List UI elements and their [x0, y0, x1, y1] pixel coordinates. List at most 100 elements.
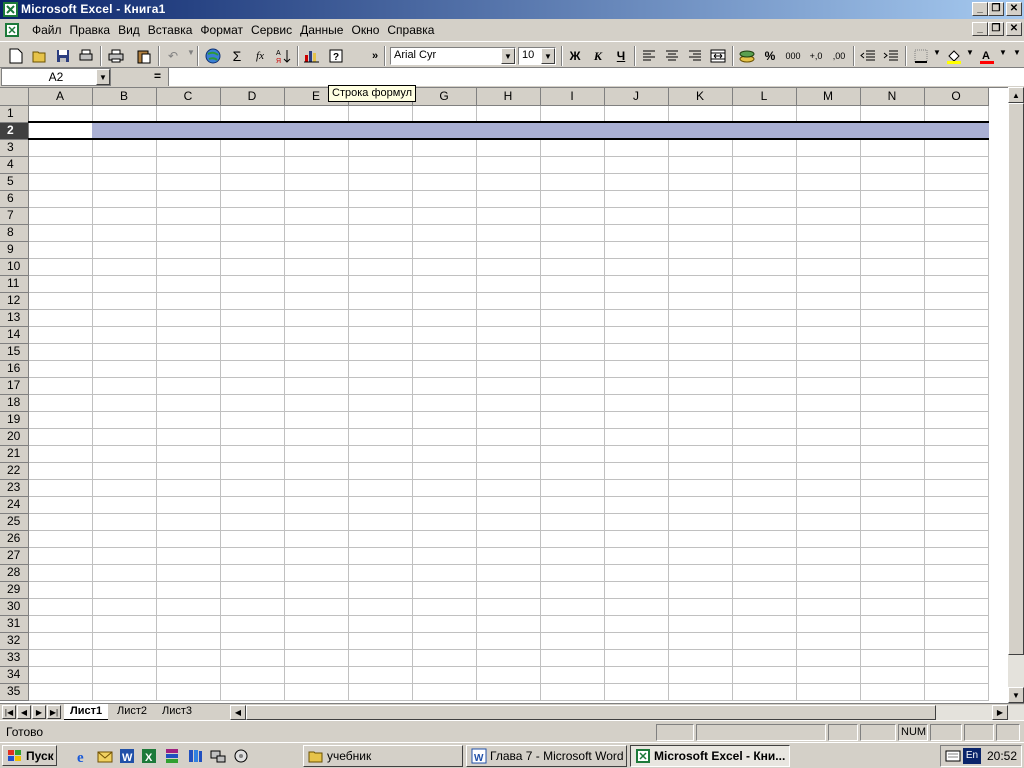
grid-cell[interactable]	[796, 428, 861, 446]
grid-cell[interactable]	[284, 428, 349, 446]
grid-cell[interactable]	[796, 377, 861, 395]
grid-cell[interactable]	[220, 394, 285, 412]
menu-view[interactable]: Вид	[114, 23, 144, 37]
grid-cell[interactable]	[604, 445, 669, 463]
grid-cell[interactable]	[540, 275, 605, 293]
grid-cell[interactable]	[668, 411, 733, 429]
grid-cell[interactable]	[156, 343, 221, 361]
grid-cell[interactable]	[28, 292, 93, 310]
row-header[interactable]: 20	[0, 428, 29, 446]
grid-cell[interactable]	[412, 207, 477, 225]
grid-cell[interactable]	[732, 360, 797, 378]
grid-cell[interactable]	[924, 683, 989, 701]
grid-cell[interactable]	[604, 513, 669, 531]
column-header[interactable]: A	[28, 88, 93, 106]
grid-cell[interactable]	[924, 258, 989, 276]
grid-cell[interactable]	[92, 275, 157, 293]
grid-cell[interactable]	[348, 377, 413, 395]
align-right-icon[interactable]	[685, 46, 705, 66]
grid-cell[interactable]	[220, 513, 285, 531]
grid-cell[interactable]	[348, 411, 413, 429]
grid-cell[interactable]	[28, 666, 93, 684]
grid-cell[interactable]	[732, 258, 797, 276]
grid-cell[interactable]	[860, 190, 925, 208]
grid-cell[interactable]	[860, 547, 925, 565]
grid-cell[interactable]	[732, 224, 797, 242]
grid-cell[interactable]	[156, 547, 221, 565]
grid-cell[interactable]	[604, 258, 669, 276]
grid-cell[interactable]	[476, 156, 541, 174]
scroll-up-icon[interactable]: ▲	[1008, 87, 1024, 103]
grid-cell[interactable]	[796, 411, 861, 429]
grid-cell[interactable]	[860, 496, 925, 514]
font-color-icon[interactable]: A	[977, 46, 997, 66]
grid-cell[interactable]	[28, 530, 93, 548]
grid-cell[interactable]	[220, 343, 285, 361]
grid-cell[interactable]	[540, 496, 605, 514]
grid-cell[interactable]	[604, 224, 669, 242]
row-header[interactable]: 19	[0, 411, 29, 429]
column-header[interactable]: I	[540, 88, 605, 106]
grid-cell[interactable]	[28, 428, 93, 446]
grid-cell[interactable]	[28, 615, 93, 633]
grid-cell[interactable]	[540, 139, 605, 157]
grid-cell[interactable]	[284, 207, 349, 225]
row-header[interactable]: 1	[0, 105, 29, 123]
grid-cell[interactable]	[540, 241, 605, 259]
grid-cell[interactable]	[604, 207, 669, 225]
task-button-folder[interactable]: учебник	[303, 745, 463, 767]
grid-cell[interactable]	[924, 411, 989, 429]
grid-cell[interactable]	[220, 479, 285, 497]
grid-cell[interactable]	[860, 258, 925, 276]
grid-cell[interactable]	[412, 547, 477, 565]
paste-icon[interactable]	[134, 46, 154, 66]
grid-cell[interactable]	[412, 632, 477, 650]
undo-icon[interactable]: ↶	[163, 46, 183, 66]
grid-cell[interactable]	[540, 462, 605, 480]
new-icon[interactable]	[6, 46, 26, 66]
currency-icon[interactable]	[737, 46, 757, 66]
grid-cell[interactable]	[732, 649, 797, 667]
grid-cell[interactable]	[476, 241, 541, 259]
grid-cell[interactable]	[924, 156, 989, 174]
grid-cell[interactable]	[860, 224, 925, 242]
font-name-dropdown-icon[interactable]: ▼	[501, 48, 515, 64]
grid-cell[interactable]	[92, 139, 157, 157]
grid-cell[interactable]	[348, 581, 413, 599]
grid-cell[interactable]	[28, 513, 93, 531]
grid-cell[interactable]	[28, 241, 93, 259]
grid-cell[interactable]	[92, 683, 157, 701]
grid-cell[interactable]	[476, 513, 541, 531]
grid-cell[interactable]	[796, 530, 861, 548]
grid-cell[interactable]	[604, 309, 669, 327]
grid-cell[interactable]	[412, 139, 477, 157]
row-header[interactable]: 9	[0, 241, 29, 259]
grid-cell[interactable]	[412, 581, 477, 599]
grid-cell[interactable]	[476, 581, 541, 599]
grid-cell[interactable]	[732, 530, 797, 548]
excel-icon[interactable]: X	[140, 747, 158, 765]
grid-cell[interactable]	[732, 309, 797, 327]
grid-cell[interactable]	[28, 156, 93, 174]
grid-cell[interactable]	[92, 360, 157, 378]
italic-button[interactable]: К	[588, 46, 608, 66]
grid-cell[interactable]	[732, 394, 797, 412]
grid-cell[interactable]	[860, 428, 925, 446]
grid-cell[interactable]	[412, 343, 477, 361]
grid-cell[interactable]	[540, 360, 605, 378]
row-header[interactable]: 31	[0, 615, 29, 633]
grid-cell[interactable]	[92, 394, 157, 412]
grid-cell[interactable]	[412, 598, 477, 616]
grid-cell[interactable]	[476, 190, 541, 208]
grid-cell[interactable]	[604, 428, 669, 446]
close-button[interactable]: ✕	[1006, 2, 1022, 16]
grid-cell[interactable]	[732, 598, 797, 616]
grid-cell[interactable]	[732, 683, 797, 701]
grid-cell[interactable]	[348, 173, 413, 191]
grid-cell[interactable]	[796, 241, 861, 259]
grid-cell[interactable]	[220, 462, 285, 480]
grid-cell[interactable]	[540, 411, 605, 429]
grid-cell[interactable]	[732, 377, 797, 395]
menu-edit[interactable]: Правка	[66, 23, 115, 37]
grid-cell[interactable]	[220, 428, 285, 446]
